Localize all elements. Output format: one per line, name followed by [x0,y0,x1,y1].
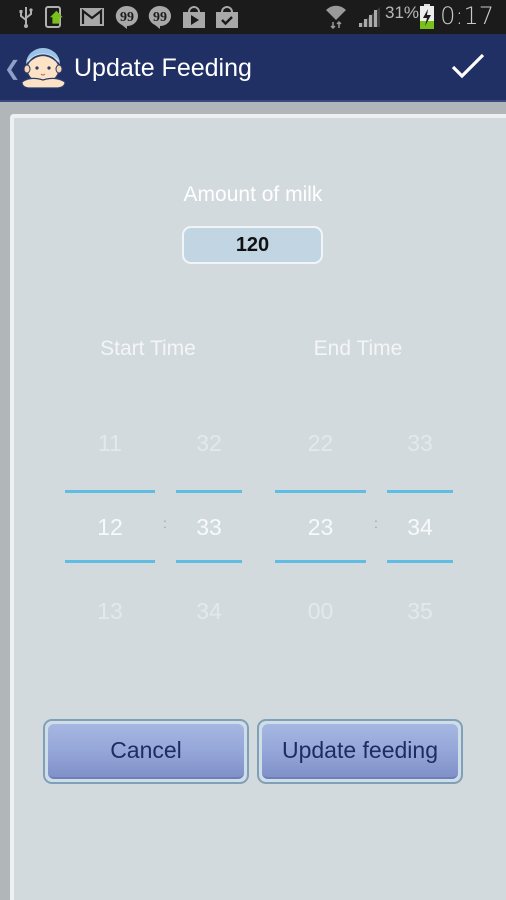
start-minute-next[interactable]: 34 [176,598,242,625]
start-minute-prev[interactable]: 32 [176,430,242,457]
picker-divider [65,560,155,563]
usb-icon [16,5,36,29]
end-minute-picker[interactable]: 33 34 35 [387,410,453,645]
signal-icon [356,5,382,29]
picker-divider [176,490,242,493]
start-hour-picker[interactable]: 11 12 13 [65,410,155,645]
start-minute-picker[interactable]: 32 33 34 [176,410,242,645]
picker-divider [387,560,453,563]
end-time-separator: : [374,515,378,531]
update-feeding-button-label: Update feeding [262,724,458,779]
end-hour-next[interactable]: 00 [275,598,366,625]
battery-percent: 31% [385,3,420,22]
start-hour-current[interactable]: 12 [65,514,155,541]
end-minute-current[interactable]: 34 [387,514,453,541]
store-check-icon [214,5,240,29]
status-bar: 99 99 31% 0:17 [0,0,506,34]
start-time-separator: : [163,515,167,531]
confirm-button[interactable] [440,44,496,92]
end-minute-prev[interactable]: 33 [387,430,453,457]
svg-text:99: 99 [153,10,167,25]
update-feeding-button[interactable]: Update feeding [257,719,463,784]
start-hour-next[interactable]: 13 [65,598,155,625]
page-title: Update Feeding [74,54,252,82]
milk-amount-label: Amount of milk [183,183,323,206]
start-minute-current[interactable]: 33 [176,514,242,541]
milk-amount-input[interactable] [182,226,323,264]
baby-logo-icon[interactable] [18,44,68,90]
wifi-icon [324,5,348,29]
start-time-label: Start Time [100,337,196,360]
end-minute-next[interactable]: 35 [387,598,453,625]
end-hour-prev[interactable]: 22 [275,430,366,457]
cancel-button[interactable]: Cancel [43,719,249,784]
picker-divider [275,490,366,493]
cancel-button-label: Cancel [48,724,244,779]
picker-divider [387,490,453,493]
gmail-icon [79,5,105,29]
play-store-icon [181,5,207,29]
svg-text:99: 99 [120,10,134,25]
picker-divider [65,490,155,493]
end-time-label: End Time [313,337,403,360]
picker-divider [176,560,242,563]
checkmark-icon [450,52,486,85]
action-bar: ❮ Update Feeding [0,34,506,102]
hangouts-icon: 99 [114,5,140,30]
picker-divider [275,560,366,563]
end-hour-current[interactable]: 23 [275,514,366,541]
start-hour-prev[interactable]: 11 [65,430,155,457]
clock: 0:17 [440,2,494,30]
hangouts-icon: 99 [147,5,173,30]
phone-update-icon [44,5,72,29]
battery-charging-icon [418,4,436,29]
end-hour-picker[interactable]: 22 23 00 [275,410,366,645]
